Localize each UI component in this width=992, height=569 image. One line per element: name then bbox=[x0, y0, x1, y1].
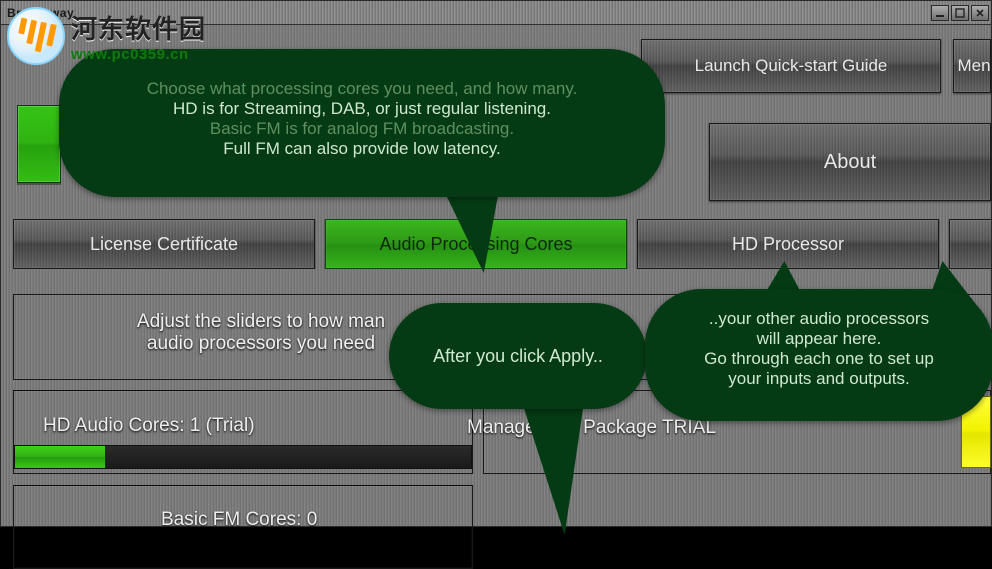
window-title: Breakaway bbox=[7, 6, 74, 20]
app-window: Breakaway Launch Quick-start Guide Men A… bbox=[0, 0, 992, 527]
tooltip-mid-text: After you click Apply.. bbox=[433, 346, 603, 367]
tooltip-right-line3: Go through each one to set up bbox=[675, 349, 963, 369]
mgmt-package-label: Management Package TRIAL bbox=[467, 417, 716, 439]
tooltip-right-line2: will appear here. bbox=[675, 329, 963, 349]
hd-cores-label: HD Audio Cores: 1 (Trial) bbox=[43, 415, 255, 437]
tooltip-right: ..your other audio processors will appea… bbox=[645, 289, 992, 421]
tooltip-top: Choose what processing cores you need, a… bbox=[59, 49, 665, 197]
about-button[interactable]: About bbox=[709, 123, 991, 201]
tooltip-mid: After you click Apply.. bbox=[389, 303, 647, 409]
tooltip-top-line3: Basic FM is for analog FM broadcasting. bbox=[93, 119, 631, 139]
minimize-button[interactable] bbox=[931, 5, 949, 21]
title-bar: Breakaway bbox=[1, 1, 991, 25]
top-button-row: Launch Quick-start Guide Men bbox=[641, 39, 991, 93]
maximize-button[interactable] bbox=[951, 5, 969, 21]
launch-quickstart-button[interactable]: Launch Quick-start Guide bbox=[641, 39, 941, 93]
hd-cores-slider-fill bbox=[15, 446, 106, 468]
tooltip-top-line4: Full FM can also provide low latency. bbox=[93, 139, 631, 159]
menu-button[interactable]: Men bbox=[953, 39, 991, 93]
tooltip-top-line1: Choose what processing cores you need, a… bbox=[93, 79, 631, 99]
hd-cores-slider[interactable] bbox=[14, 445, 472, 469]
window-controls bbox=[931, 5, 989, 21]
close-button[interactable] bbox=[971, 5, 989, 21]
fm-cores-label: Basic FM Cores: 0 bbox=[161, 509, 317, 531]
tooltip-top-line2: HD is for Streaming, DAB, or just regula… bbox=[93, 99, 631, 119]
active-indicator[interactable] bbox=[17, 105, 61, 183]
tooltip-right-line1: ..your other audio processors bbox=[675, 309, 963, 329]
tooltip-right-line4: your inputs and outputs. bbox=[675, 369, 963, 389]
tab-license-certificate[interactable]: License Certificate bbox=[13, 219, 315, 269]
